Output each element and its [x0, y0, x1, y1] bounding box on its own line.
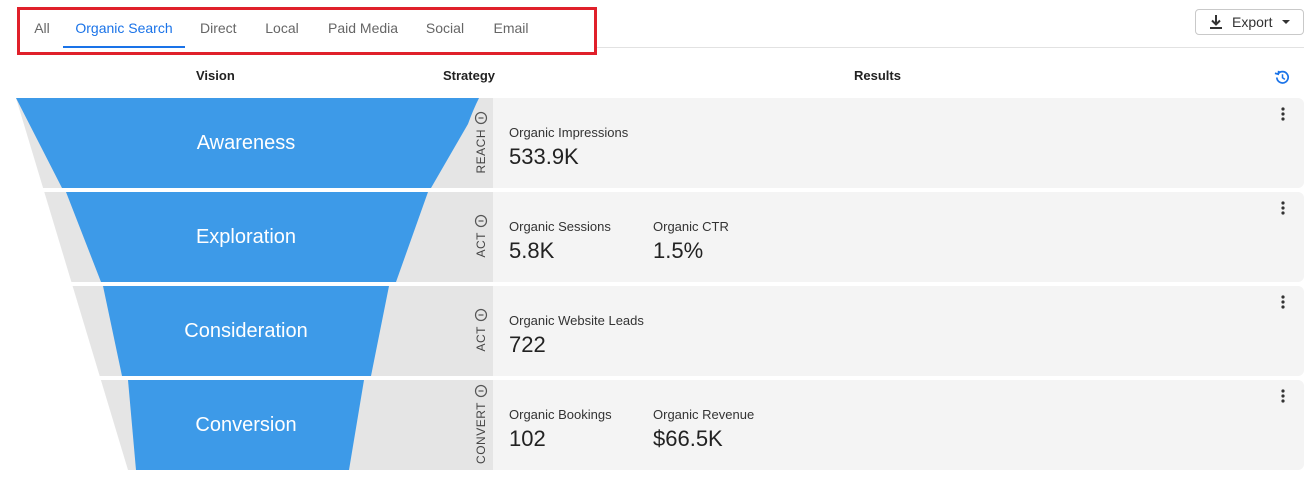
collapse-circle-icon[interactable]: [474, 111, 488, 125]
metric-label: Organic Website Leads: [509, 313, 644, 328]
results-card-awareness: Organic Impressions 533.9K: [493, 98, 1304, 188]
strategy-label: ACT: [474, 232, 488, 258]
stage-label-consideration: Consideration: [184, 320, 308, 342]
metric-value: 1.5%: [653, 238, 704, 263]
metric-label: Organic CTR: [653, 219, 729, 234]
metric-organic-sessions: Organic Sessions 5.8K: [509, 219, 611, 264]
metric-organic-ctr: Organic CTR 1.5%: [653, 219, 729, 264]
strategy-awareness: REACH: [471, 111, 491, 174]
tabs-divider: [597, 47, 1304, 48]
metric-value: 102: [509, 426, 546, 451]
stage-label-exploration: Exploration: [195, 226, 297, 248]
stage-label-conversion: Conversion: [195, 414, 297, 436]
metric-value: 5.8K: [509, 238, 555, 263]
metric-value: $66.5K: [653, 426, 723, 451]
metric-label: Organic Bookings: [509, 407, 612, 422]
caret-down-icon: [1281, 17, 1291, 27]
strategy-label: ACT: [474, 326, 488, 352]
strategy-consideration: ACT: [471, 308, 491, 352]
export-button[interactable]: Export: [1195, 9, 1304, 35]
results-card-conversion: Organic Bookings 102 Organic Revenue $66…: [493, 380, 1304, 470]
more-options-icon[interactable]: [1278, 200, 1288, 216]
header-results: Results: [854, 68, 901, 83]
strategy-label: CONVERT: [474, 402, 488, 464]
more-options-icon[interactable]: [1278, 106, 1288, 122]
metric-organic-revenue: Organic Revenue $66.5K: [653, 407, 754, 452]
download-icon: [1209, 14, 1223, 30]
history-icon[interactable]: [1274, 69, 1291, 86]
collapse-circle-icon[interactable]: [474, 384, 488, 398]
metric-value: 533.9K: [509, 144, 579, 169]
more-options-icon[interactable]: [1278, 294, 1288, 310]
strategy-conversion: CONVERT: [471, 384, 491, 464]
stage-label-awareness: Awareness: [196, 132, 296, 154]
strategy-exploration: ACT: [471, 214, 491, 258]
metric-organic-website-leads: Organic Website Leads 722: [509, 313, 644, 358]
metric-label: Organic Revenue: [653, 407, 755, 422]
collapse-circle-icon[interactable]: [474, 308, 488, 322]
metric-label: Organic Sessions: [509, 219, 611, 234]
results-card-exploration: Organic Sessions 5.8K Organic CTR 1.5%: [493, 192, 1304, 282]
metric-organic-bookings: Organic Bookings 102: [509, 407, 612, 452]
strategy-label: REACH: [474, 129, 488, 174]
metric-value: 722: [509, 332, 546, 357]
metric-organic-impressions: Organic Impressions 533.9K: [509, 125, 628, 170]
more-options-icon[interactable]: [1278, 388, 1288, 404]
results-card-consideration: Organic Website Leads 722: [493, 286, 1304, 376]
export-label: Export: [1232, 14, 1273, 30]
metric-label: Organic Impressions: [509, 125, 629, 140]
collapse-circle-icon[interactable]: [474, 214, 488, 228]
